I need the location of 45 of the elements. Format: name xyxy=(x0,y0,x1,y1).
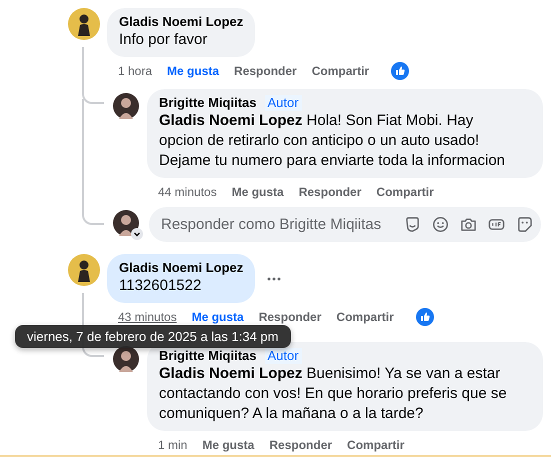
comment-text: Info por favor xyxy=(119,30,208,50)
timestamp-link[interactable]: 44 minutos xyxy=(158,184,217,200)
share-link[interactable]: Compartir xyxy=(312,63,370,79)
reply-link[interactable]: Responder xyxy=(269,437,332,453)
timestamp-link[interactable]: 43 minutos xyxy=(118,309,177,325)
author-badge: Autor xyxy=(264,348,302,364)
chevron-icon[interactable] xyxy=(131,228,143,240)
avatar-icon[interactable] xyxy=(68,254,100,286)
reply-link[interactable]: Responder xyxy=(258,309,322,325)
timestamp-link[interactable]: 1 min xyxy=(158,437,188,453)
like-reaction-icon[interactable] xyxy=(391,62,410,80)
reply-field[interactable]: Responder como Brigitte Miqiitas xyxy=(149,207,541,242)
emoji-icon[interactable] xyxy=(432,216,449,233)
gif-icon[interactable] xyxy=(488,216,505,233)
comment-text: 1132601522 xyxy=(119,276,202,296)
like-reaction-icon[interactable] xyxy=(416,308,434,326)
author-badge: Autor xyxy=(264,95,302,111)
timestamp-link[interactable]: 1 hora xyxy=(118,63,152,79)
reply-input-field[interactable]: Responder como Brigitte Miqiitas xyxy=(161,216,404,233)
share-link[interactable]: Compartir xyxy=(336,309,394,325)
like-link[interactable]: Me gusta xyxy=(192,309,244,325)
avatar-icon[interactable] xyxy=(113,93,139,119)
author-name[interactable]: Brigitte Miqiitas xyxy=(159,95,257,111)
date-tooltip: viernes, 7 de febrero de 2025 a las 1:34 pm xyxy=(15,325,290,348)
more-icon[interactable] xyxy=(267,276,282,280)
thread-connector xyxy=(82,47,104,104)
like-link[interactable]: Me gusta xyxy=(202,437,254,453)
sticker-face-icon[interactable] xyxy=(516,216,533,233)
author-name[interactable]: Gladis Noemi Lopez xyxy=(119,14,244,30)
reply-text: Gladis Noemi Lopez Buenisimo! Ya se van a estar contactando con vos! En que horario preferis que se comuniquen? A la mañana o a la tarde? xyxy=(159,364,508,424)
share-link[interactable]: Compartir xyxy=(347,437,404,453)
author-name[interactable]: Gladis Noemi Lopez xyxy=(119,260,244,276)
sticker-icon[interactable] xyxy=(404,216,421,233)
reply-link[interactable]: Responder xyxy=(298,184,362,200)
avatar-icon[interactable] xyxy=(68,8,100,40)
camera-icon[interactable] xyxy=(460,216,477,233)
avatar-icon[interactable] xyxy=(113,346,139,372)
share-link[interactable]: Compartir xyxy=(376,184,434,200)
avatar-icon[interactable] xyxy=(113,210,139,236)
reply-text: Gladis Noemi Lopez Hola! Son Fiat Mobi. Hay opcion de retirarlo con anticipo o un auto usado! Dejame tu numero para enviarte toda la informacion xyxy=(159,111,506,171)
reply-link[interactable]: Responder xyxy=(234,63,297,79)
like-link[interactable]: Me gusta xyxy=(167,63,220,79)
thread-connector xyxy=(82,207,104,225)
like-link[interactable]: Me gusta xyxy=(232,184,284,200)
author-name[interactable]: Brigitte Miqiitas xyxy=(159,348,257,364)
